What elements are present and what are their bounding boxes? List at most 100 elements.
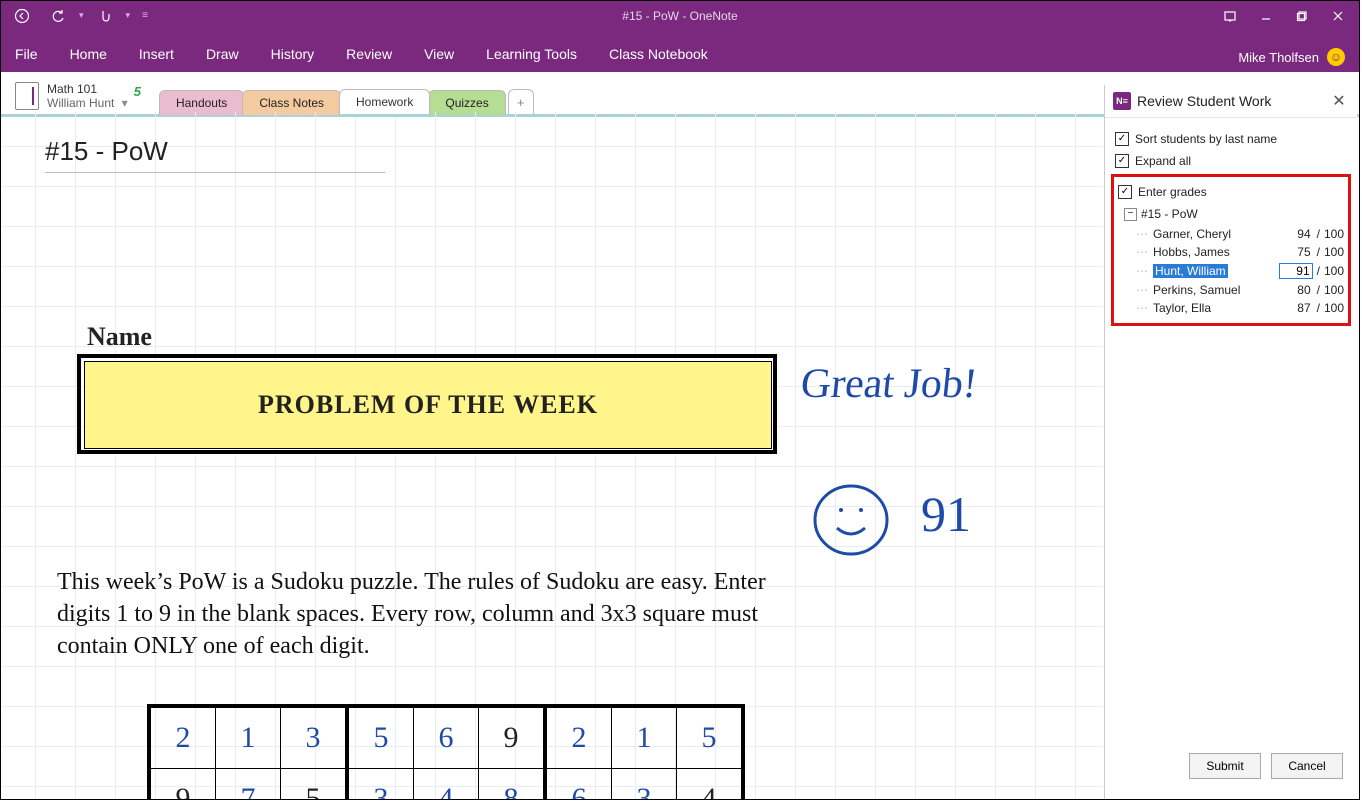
assignment-title: #15 - PoW	[1141, 207, 1198, 221]
window-controls	[1215, 4, 1359, 28]
sudoku-cell[interactable]: 3	[612, 769, 677, 800]
tree-leaf-icon: ⋯	[1136, 245, 1149, 259]
chevron-down-icon[interactable]: ▾	[118, 96, 127, 110]
user-name: Mike Tholfsen	[1238, 50, 1319, 65]
restore-icon[interactable]	[1287, 4, 1317, 28]
grade-input[interactable]: 87	[1281, 301, 1313, 315]
touch-dropdown-icon[interactable]: ▾	[126, 10, 131, 21]
student-name: Garner, Cheryl	[1153, 227, 1231, 241]
panel-close-icon[interactable]: ✕	[1329, 91, 1349, 111]
student-row[interactable]: ⋯Garner, Cheryl94/100	[1136, 225, 1344, 243]
ribbon-tab-insert[interactable]: Insert	[139, 46, 174, 62]
section-tab-homework[interactable]: Homework	[339, 89, 430, 117]
ribbon-tab-view[interactable]: View	[424, 46, 454, 62]
panel-title: Review Student Work	[1137, 93, 1271, 109]
opt-enter-grades-label: Enter grades	[1138, 185, 1207, 199]
ribbon: File Home Insert Draw History Review View Learn…	[1, 30, 1359, 72]
page-title-rule	[45, 172, 385, 173]
opt-sort-last[interactable]: ✓ Sort students by last name	[1111, 128, 1351, 150]
page-title[interactable]: #15 - PoW	[45, 136, 168, 167]
notebook-picker[interactable]: Math 101 William Hunt ▾	[15, 82, 128, 114]
collapse-icon[interactable]: −	[1124, 208, 1137, 221]
onenote-icon: N≡	[1113, 92, 1131, 110]
assignment-node[interactable]: − #15 - PoW	[1118, 203, 1344, 225]
nav-forward-badge[interactable]: 5	[134, 84, 141, 99]
tree-leaf-icon: ⋯	[1136, 301, 1149, 315]
sudoku-cell[interactable]: 5	[281, 769, 348, 800]
student-name: Hobbs, James	[1153, 245, 1230, 259]
grade-input[interactable]: 94	[1281, 227, 1313, 241]
grade-input[interactable]: 80	[1281, 283, 1313, 297]
sudoku-grid[interactable]: 213569215975348634861412792	[147, 704, 745, 799]
feedback-smile-icon[interactable]: ☺	[1327, 48, 1345, 66]
customize-qa-icon[interactable]: ≡	[142, 10, 148, 21]
grade-box: ✓ Enter grades − #15 - PoW ⋯ Garner, Cher…	[1111, 174, 1351, 326]
sudoku-cell[interactable]: 2	[545, 706, 612, 769]
ribbon-tab-class-notebook[interactable]: Class Notebook	[609, 46, 708, 62]
sudoku-cell[interactable]: 4	[414, 769, 479, 800]
add-section-button[interactable]: +	[508, 89, 534, 114]
grade-sep: /	[1317, 283, 1320, 297]
opt-expand-all[interactable]: ✓ Expand all	[1111, 150, 1351, 172]
panel-header: N≡ Review Student Work ✕	[1105, 85, 1357, 118]
minimize-icon[interactable]	[1251, 4, 1281, 28]
grade-max: 100	[1324, 227, 1344, 241]
review-panel: N≡ Review Student Work ✕ ✓ Sort students…	[1104, 85, 1357, 799]
grade-input[interactable]: 75	[1281, 245, 1313, 259]
ribbon-tab-review[interactable]: Review	[346, 46, 392, 62]
page-canvas[interactable]: #15 - PoW Name PROBLEM OF THE WEEK This …	[1, 112, 1103, 799]
sudoku-cell[interactable]: 6	[414, 706, 479, 769]
undo-icon[interactable]	[43, 4, 73, 28]
sudoku-cell[interactable]: 1	[612, 706, 677, 769]
tree-leaf-icon: ⋯	[1136, 264, 1149, 278]
student-row[interactable]: ⋯Hunt, William91/100	[1136, 261, 1344, 281]
titlebar: ▾ ▾ ≡ #15 - PoW - OneNote	[1, 1, 1359, 30]
close-icon[interactable]	[1323, 4, 1353, 28]
notebook-icon	[15, 82, 39, 110]
sudoku-cell[interactable]: 3	[347, 769, 414, 800]
ribbon-tab-draw[interactable]: Draw	[206, 46, 239, 62]
sudoku-cell[interactable]: 9	[149, 769, 216, 800]
teacher-ink-smile-icon	[811, 480, 891, 560]
student-row[interactable]: ⋯Taylor, Ella87/100	[1136, 299, 1344, 317]
ribbon-tab-learning-tools[interactable]: Learning Tools	[486, 46, 577, 62]
sudoku-cell[interactable]: 2	[149, 706, 216, 769]
sudoku-cell[interactable]: 6	[545, 769, 612, 800]
name-label: Name	[87, 322, 152, 352]
sudoku-cell[interactable]: 9	[479, 706, 546, 769]
grade-max: 100	[1324, 264, 1344, 278]
tree-leaf-icon: ⋯	[1136, 283, 1149, 297]
quick-access: ▾ ▾ ≡	[1, 4, 148, 28]
grade-max: 100	[1324, 301, 1344, 315]
undo-dropdown-icon[interactable]: ▾	[79, 10, 84, 21]
notebook-label: Math 101 William Hunt ▾	[47, 82, 128, 110]
student-row[interactable]: ⋯Hobbs, James75/100	[1136, 243, 1344, 261]
sudoku-cell[interactable]: 3	[281, 706, 348, 769]
grade-sep: /	[1317, 245, 1320, 259]
sudoku-cell[interactable]: 5	[677, 706, 744, 769]
ribbon-options-icon[interactable]	[1215, 4, 1245, 28]
user-area[interactable]: Mike Tholfsen ☺	[1238, 48, 1345, 66]
ribbon-tab-file[interactable]: File	[15, 46, 38, 62]
opt-expand-all-label: Expand all	[1135, 154, 1191, 168]
window-title: #15 - PoW - OneNote	[622, 9, 737, 23]
sudoku-cell[interactable]: 7	[216, 769, 281, 800]
opt-enter-grades[interactable]: ✓ Enter grades	[1118, 181, 1344, 203]
submit-button[interactable]: Submit	[1189, 753, 1261, 779]
cancel-button[interactable]: Cancel	[1271, 753, 1343, 779]
student-row[interactable]: ⋯Perkins, Samuel80/100	[1136, 281, 1344, 299]
pow-instructions: This week’s PoW is a Sudoku puzzle. The …	[57, 566, 777, 662]
back-icon[interactable]	[7, 4, 37, 28]
grade-input[interactable]: 91	[1279, 263, 1313, 279]
sudoku-cell[interactable]: 5	[347, 706, 414, 769]
sudoku-cell[interactable]: 8	[479, 769, 546, 800]
ribbon-tab-history[interactable]: History	[271, 46, 315, 62]
checkbox-icon: ✓	[1118, 185, 1132, 199]
touch-icon[interactable]	[90, 4, 120, 28]
tree-leaf-icon: ⋯	[1136, 227, 1149, 241]
sudoku-cell[interactable]: 1	[216, 706, 281, 769]
checkbox-icon: ✓	[1115, 154, 1129, 168]
grade-sep: /	[1317, 301, 1320, 315]
sudoku-cell[interactable]: 4	[677, 769, 744, 800]
ribbon-tab-home[interactable]: Home	[70, 46, 107, 62]
